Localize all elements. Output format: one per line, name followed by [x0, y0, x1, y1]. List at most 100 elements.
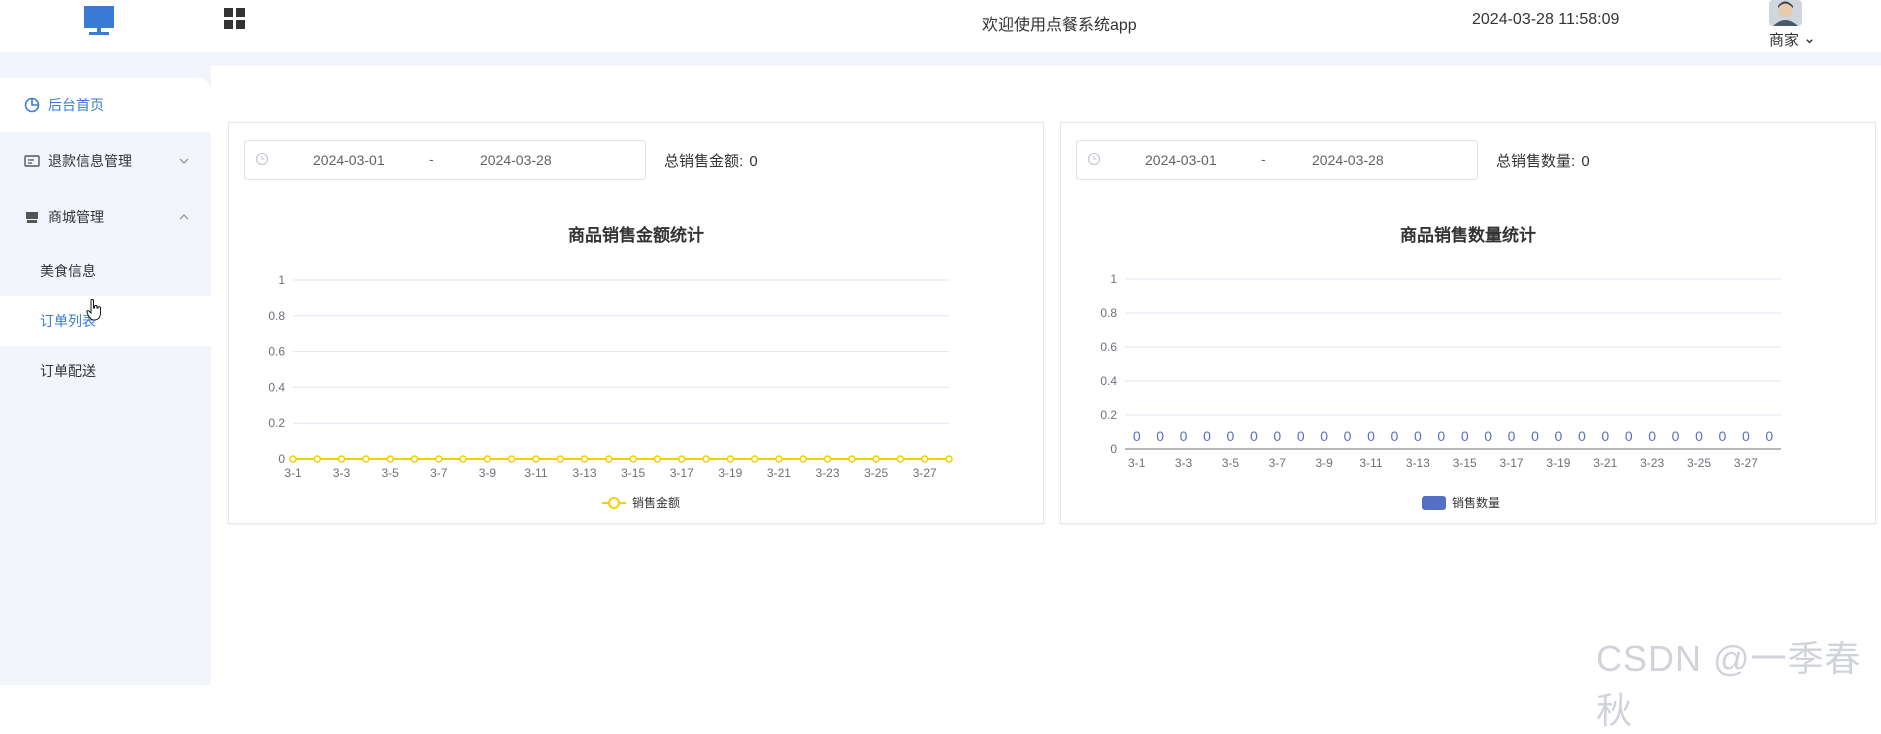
data-point — [605, 455, 613, 463]
sidebar-item-label: 退款信息管理 — [48, 153, 132, 169]
date-range-picker[interactable]: 2024-03-01 - 2024-03-28 — [1076, 140, 1478, 180]
bar-data-label: 0 — [1227, 428, 1235, 444]
user-menu[interactable]: 商家 — [1769, 29, 1814, 50]
bar-data-label: 0 — [1250, 428, 1258, 444]
y-tick-label: 1 — [1110, 272, 1117, 286]
card-icon — [24, 155, 40, 167]
top-header: 欢迎使用点餐系统app 2024-03-28 11:58:09 商家 — [0, 0, 1881, 52]
chevron-up-icon — [179, 214, 189, 220]
x-tick-label: 3-11 — [524, 466, 547, 480]
start-date[interactable]: 2024-03-01 — [313, 152, 385, 168]
data-point — [848, 455, 856, 463]
monitor-icon[interactable] — [84, 4, 114, 36]
bar-data-label: 0 — [1742, 428, 1750, 444]
sales-quantity-chart: 商品销售数量统计 0 0.2 0.4 0.6 0.8 1 3-1 3-3 3-5 3-7 3-9 3-1… — [1100, 225, 1781, 510]
bar-data-label: 0 — [1344, 428, 1352, 444]
sidebar-subitem-label: 订单列表 — [40, 313, 96, 329]
x-tick-label: 3-25 — [1687, 456, 1711, 470]
data-point — [945, 455, 953, 463]
watermark: CSDN @一季春秋 — [1596, 638, 1862, 731]
bar-data-label: 0 — [1765, 428, 1773, 444]
y-tick-label: 1 — [278, 273, 285, 287]
bar-data-label: 0 — [1695, 428, 1703, 444]
data-point — [580, 455, 589, 463]
avatar[interactable] — [1769, 0, 1802, 26]
x-tick-label: 3-15 — [621, 466, 645, 480]
bar-data-label: 0 — [1508, 428, 1516, 444]
bar-data-label: 0 — [1437, 428, 1445, 444]
x-tick-label: 3-9 — [1315, 456, 1333, 470]
date-range-picker[interactable]: 2024-03-01 - 2024-03-28 — [244, 140, 646, 180]
data-point — [872, 455, 880, 463]
content-top-strip — [211, 52, 1881, 66]
end-date[interactable]: 2024-03-28 — [1312, 152, 1384, 168]
data-point — [653, 455, 662, 463]
data-point — [410, 455, 419, 463]
total-sales-amount: 总销售金额: 0 — [664, 150, 758, 171]
welcome-text: 欢迎使用点餐系统app — [982, 17, 1137, 34]
bar-data-label: 0 — [1133, 428, 1141, 444]
data-point — [629, 455, 637, 463]
sales-amount-chart: 商品销售金额统计 0 0.2 0.4 0.6 0.8 1 3-1 3-3 3-5 3-7 3-9 3-1… — [268, 225, 953, 510]
data-point — [459, 455, 467, 463]
sidebar-subitem-food[interactable]: 美食信息 — [0, 246, 211, 296]
x-tick-label: 3-21 — [1593, 456, 1617, 470]
bar-data-label: 0 — [1484, 428, 1492, 444]
x-tick-label: 3-25 — [864, 466, 888, 480]
bar-data-label: 0 — [1180, 428, 1188, 444]
x-tick-label: 3-3 — [333, 466, 351, 480]
bar-data-label: 0 — [1601, 428, 1609, 444]
bar-data-label: 0 — [1273, 428, 1281, 444]
total-value: 0 — [1581, 153, 1590, 170]
sidebar: 后台首页 退款信息管理 商城管理 美食信息 订单列表 订单配送 — [0, 52, 211, 685]
y-tick-label: 0.8 — [1100, 306, 1117, 320]
data-point — [920, 455, 929, 463]
x-tick-label: 3-5 — [382, 466, 400, 480]
current-datetime: 2024-03-28 11:58:09 — [1472, 11, 1620, 28]
data-point — [483, 455, 492, 463]
sidebar-item-home[interactable]: 后台首页 — [0, 78, 211, 132]
y-tick-label: 0.6 — [268, 345, 285, 359]
sidebar-subitem-orders[interactable]: 订单列表 — [0, 296, 211, 346]
grid-icon[interactable] — [224, 8, 246, 30]
sidebar-item-label: 商城管理 — [48, 209, 104, 225]
y-tick-label: 0 — [1110, 442, 1117, 456]
x-tick-label: 3-27 — [913, 466, 937, 480]
end-date[interactable]: 2024-03-28 — [480, 152, 552, 168]
x-tick-label: 3-23 — [1640, 456, 1664, 470]
legend-label: 销售金额 — [632, 495, 680, 510]
bar-data-label: 0 — [1297, 428, 1305, 444]
chevron-down-icon — [179, 158, 189, 164]
y-tick-label: 0.4 — [1100, 374, 1117, 388]
sidebar-item-mall[interactable]: 商城管理 — [0, 190, 211, 244]
data-point — [896, 455, 905, 463]
total-sales-quantity: 总销售数量: 0 — [1496, 150, 1590, 171]
chevron-down-icon — [1806, 38, 1813, 43]
bar-data-label: 0 — [1719, 428, 1727, 444]
data-point — [750, 455, 759, 463]
sidebar-item-refund[interactable]: 退款信息管理 — [0, 134, 211, 188]
sidebar-item-label: 后台首页 — [48, 97, 104, 113]
date-separator: - — [1261, 151, 1266, 167]
start-date[interactable]: 2024-03-01 — [1145, 152, 1217, 168]
data-point — [556, 455, 565, 463]
x-tick-label: 3-3 — [1175, 456, 1193, 470]
sidebar-subitem-delivery[interactable]: 订单配送 — [0, 346, 211, 396]
data-point — [386, 455, 394, 463]
clock-icon — [1087, 152, 1101, 166]
y-tick-label: 0.2 — [1100, 408, 1117, 422]
bar-data-label: 0 — [1156, 428, 1164, 444]
x-tick-label: 3-13 — [573, 466, 597, 480]
y-tick-label: 0.8 — [268, 309, 285, 323]
data-point — [823, 455, 832, 463]
sidebar-subitem-label: 订单配送 — [40, 363, 96, 379]
total-value: 0 — [749, 153, 758, 170]
total-label: 总销售数量: — [1496, 153, 1576, 170]
data-point — [532, 455, 540, 463]
legend-marker — [1422, 496, 1446, 510]
y-tick-label: 0.2 — [268, 416, 285, 430]
sales-quantity-card: 2024-03-01 - 2024-03-28 总销售数量: 0 商品销售数量统… — [1060, 122, 1876, 524]
data-point — [313, 455, 322, 463]
x-tick-label: 3-5 — [1222, 456, 1240, 470]
y-tick-label: 0.6 — [1100, 340, 1117, 354]
